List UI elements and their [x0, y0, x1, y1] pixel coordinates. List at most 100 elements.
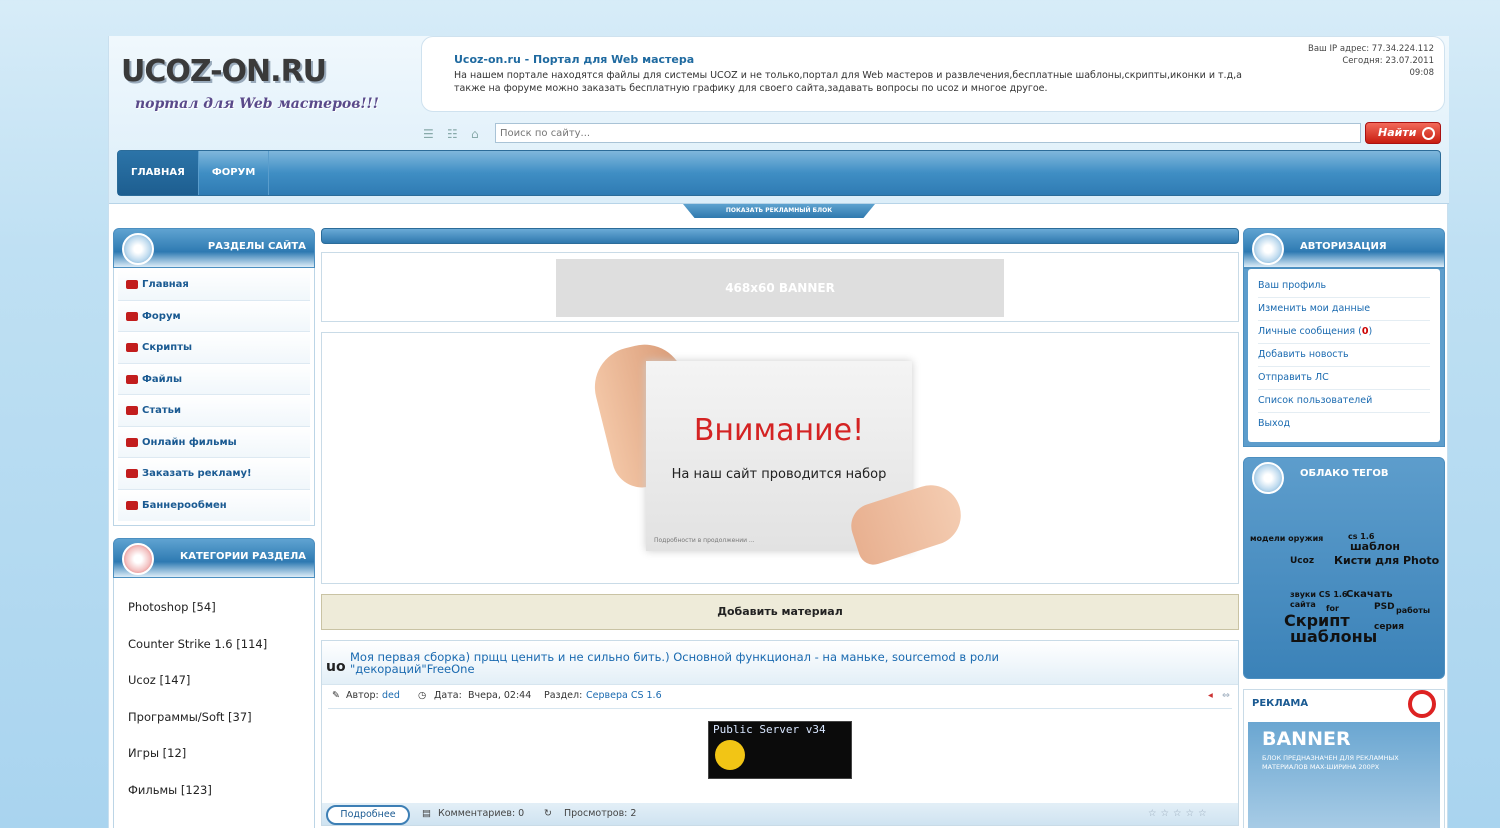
tag[interactable]: работы	[1396, 606, 1430, 616]
menu-item-movies[interactable]: Онлайн фильмы	[118, 426, 310, 458]
share-icon[interactable]: ⇔	[1222, 685, 1230, 707]
ad-banner[interactable]: BANNER БЛОК ПРЕДНАЗНАЧЕН ДЛЯ РЕКЛАМНЫХ М…	[1248, 722, 1440, 828]
tag[interactable]: Кисти для Photo	[1334, 555, 1439, 566]
tags-title: ОБЛАКО ТЕГОВ	[1300, 468, 1389, 479]
search-go-icon	[1422, 127, 1435, 140]
link-edit-data[interactable]: Изменить мои данные	[1258, 298, 1430, 321]
list-icon[interactable]: ☰	[423, 127, 434, 141]
tag[interactable]: Скачать	[1346, 590, 1393, 600]
tag[interactable]: звуки CS 1.6	[1290, 590, 1347, 600]
search-button-label: Найти	[1378, 126, 1417, 139]
folder-icon	[126, 437, 138, 447]
category-ucoz[interactable]: Ucoz [147]	[128, 662, 300, 699]
star-rating-icon[interactable]: ☆☆☆☆☆	[1148, 803, 1211, 825]
category-soft[interactable]: Программы/Soft [37]	[128, 699, 300, 736]
auth-header: АВТОРИЗАЦИЯ	[1243, 228, 1445, 268]
sections-menu: Главная Форум Скрипты Файлы Статьи Онлай…	[113, 264, 315, 526]
link-add-news[interactable]: Добавить новость	[1258, 344, 1430, 367]
ip-address: Ваш IP адрес: 77.34.224.112	[1308, 44, 1434, 54]
tag[interactable]: Скрипт	[1284, 613, 1350, 629]
date-label: Дата:	[434, 690, 462, 701]
news-footer: Подробнее ▤ Комментариев: 0 ↻ Просмотров…	[322, 803, 1238, 825]
site-title: Ucoz-on.ru - Портал для Web мастера	[454, 53, 695, 66]
tag[interactable]: PSD	[1374, 602, 1395, 612]
menu-item-label: Статьи	[142, 405, 182, 416]
tag[interactable]: серия	[1374, 622, 1404, 632]
auth-links: Ваш профиль Изменить мои данные Личные с…	[1248, 269, 1440, 442]
search-bar: ☰ ☷ ⌂ Найти	[415, 120, 1445, 148]
search-button[interactable]: Найти	[1365, 122, 1441, 144]
category-counter-strike[interactable]: Counter Strike 1.6 [114]	[128, 626, 300, 663]
news-title[interactable]: Моя первая сборка) прщц ценить и не силь…	[350, 651, 1050, 675]
menu-item-label: Онлайн фильмы	[142, 436, 237, 448]
site-logo[interactable]: UCOZ-ON.RU	[121, 54, 327, 89]
menu-item-label: Главная	[142, 279, 189, 290]
folder-icon	[126, 500, 138, 510]
news-entry: uo Моя первая сборка) прщц ценить и не с…	[321, 640, 1239, 826]
clock-icon: ◷	[418, 690, 427, 701]
attention-text: На наш сайт проводится набор	[671, 467, 887, 482]
news-image[interactable]: Public Server v34	[708, 721, 852, 779]
link-user-list[interactable]: Список пользователей	[1258, 390, 1430, 413]
main-content: 468x60 BANNER Внимание! На наш сайт пров…	[321, 228, 1239, 826]
main-nav: ГЛАВНАЯ ФОРУМ	[117, 150, 1441, 196]
tag[interactable]: шаблон	[1350, 541, 1400, 552]
author-link[interactable]: ded	[382, 690, 400, 701]
author-label: Автор:	[346, 690, 379, 701]
sections-header: РАЗДЕЛЫ САЙТА	[113, 228, 315, 268]
pen-icon: ✎	[332, 690, 340, 701]
menu-item-files[interactable]: Файлы	[118, 363, 310, 395]
search-input[interactable]	[495, 123, 1361, 143]
site-info-box: Ucoz-on.ru - Портал для Web мастера На н…	[421, 36, 1445, 112]
category-games[interactable]: Игры [12]	[128, 735, 300, 772]
folder-icon	[126, 374, 138, 384]
nav-forum[interactable]: ФОРУМ	[199, 151, 270, 195]
link-logout[interactable]: Выход	[1258, 413, 1430, 436]
today-date: Сегодня: 23.07.2011	[1342, 56, 1434, 66]
visitor-info: Ваш IP адрес: 77.34.224.112 Сегодня: 23.…	[1308, 43, 1434, 79]
calendar-icon	[122, 543, 154, 575]
folder-icon	[126, 343, 138, 352]
link-profile[interactable]: Ваш профиль	[1258, 275, 1430, 298]
smiley-icon	[715, 740, 745, 770]
attention-title: Внимание!	[693, 413, 865, 448]
bookmark-icon[interactable]: ☷	[447, 127, 458, 141]
news-badge: uo	[326, 659, 346, 675]
menu-item-scripts[interactable]: Скрипты	[118, 332, 310, 364]
show-ad-block-tab[interactable]: ПОКАЗАТЬ РЕКЛАМНЫЙ БЛОК	[683, 204, 875, 218]
tag[interactable]: сайта	[1290, 600, 1316, 610]
right-column: АВТОРИЗАЦИЯ Ваш профиль Изменить мои дан…	[1243, 228, 1445, 828]
menu-item-order-ad[interactable]: Заказать рекламу!	[118, 458, 310, 490]
top-banner[interactable]: 468x60 BANNER	[556, 259, 1004, 317]
menu-item-label: Форум	[142, 310, 181, 322]
nav-home[interactable]: ГЛАВНАЯ	[118, 151, 199, 195]
category-photoshop[interactable]: Photoshop [54]	[128, 589, 300, 626]
menu-item-home[interactable]: Главная	[118, 269, 310, 301]
menu-item-banner-exchange[interactable]: Баннерообмен	[118, 489, 310, 521]
comments-count[interactable]: Комментариев: 0	[438, 803, 524, 825]
categories-header: КАТЕГОРИИ РАЗДЕЛА	[113, 538, 315, 578]
site-slogan: портал для Web мастеров!!!	[135, 96, 379, 112]
read-more-button[interactable]: Подробнее	[326, 805, 410, 825]
news-meta: ✎ Автор: ded ◷ Дата: Вчера, 02:44 Раздел…	[328, 685, 1232, 709]
news-image-text: Public Server v34	[713, 723, 826, 736]
tag[interactable]: модели оружия	[1250, 534, 1323, 544]
categories-title: КАТЕГОРИИ РАЗДЕЛА	[180, 551, 306, 562]
menu-item-label: Файлы	[142, 373, 183, 385]
banner-box: 468x60 BANNER	[321, 252, 1239, 322]
menu-item-forum[interactable]: Форум	[118, 300, 310, 332]
link-send-pm[interactable]: Отправить ЛС	[1258, 367, 1430, 390]
tag[interactable]: Ucoz	[1290, 556, 1314, 566]
add-material-button[interactable]: Добавить материал	[321, 594, 1239, 630]
news-date: Вчера, 02:44	[468, 690, 532, 701]
views-count: Просмотров: 2	[564, 808, 637, 819]
home-icon[interactable]: ⌂	[471, 127, 479, 141]
auth-title: АВТОРИЗАЦИЯ	[1300, 241, 1387, 252]
rating-icon[interactable]: ◂	[1208, 685, 1213, 707]
category-movies[interactable]: Фильмы [123]	[128, 772, 300, 809]
tag-icon	[1252, 462, 1284, 494]
link-messages[interactable]: Личные сообщения (0)	[1258, 321, 1430, 344]
section-link[interactable]: Сервера CS 1.6	[586, 690, 662, 701]
tag[interactable]: шаблоны	[1290, 629, 1377, 645]
menu-item-articles[interactable]: Статьи	[118, 395, 310, 427]
